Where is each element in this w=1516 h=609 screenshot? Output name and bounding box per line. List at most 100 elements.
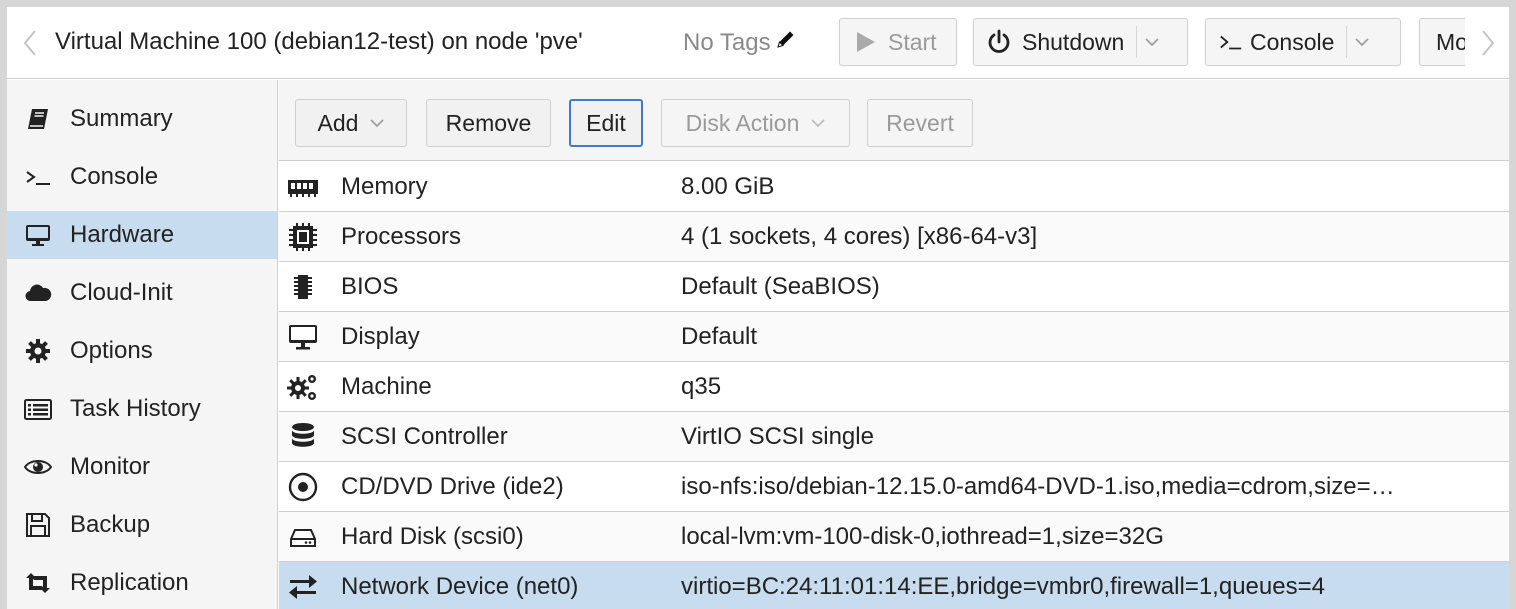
- edit-label: Edit: [586, 109, 626, 136]
- desktop-icon: [24, 221, 52, 249]
- add-label: Add: [317, 109, 359, 136]
- hardware-value: iso-nfs:iso/debian-12.15.0-amd64-DVD-1.i…: [681, 472, 1395, 500]
- play-icon: [852, 29, 878, 55]
- disk-action-button[interactable]: Disk Action: [661, 99, 850, 147]
- shutdown-button[interactable]: Shutdown: [973, 18, 1188, 66]
- table-row[interactable]: SCSI Controller VirtIO SCSI single: [279, 412, 1509, 462]
- tags-label: No Tags: [683, 28, 771, 56]
- disk-action-label: Disk Action: [685, 109, 800, 136]
- hdd-icon: [285, 521, 321, 553]
- database-icon: [285, 421, 321, 453]
- hardware-name: CD/DVD Drive (ide2): [341, 472, 564, 500]
- hardware-name: Machine: [341, 372, 432, 400]
- hardware-value: Default: [681, 322, 758, 350]
- sidebar-item-options[interactable]: Options: [7, 327, 277, 375]
- console-button[interactable]: Console: [1205, 18, 1401, 66]
- floppy-icon: [24, 511, 52, 539]
- hardware-name: Memory: [341, 172, 428, 200]
- scroll-left-icon[interactable]: [17, 25, 43, 61]
- chevron-down-icon: [811, 118, 825, 128]
- hardware-value: local-lvm:vm-100-disk-0,iothread=1,size=…: [681, 522, 1164, 550]
- pencil-icon[interactable]: [775, 28, 797, 57]
- sidebar-item-hardware[interactable]: Hardware: [7, 211, 277, 259]
- retweet-icon: [24, 569, 52, 597]
- tags-area[interactable]: No Tags: [683, 28, 797, 57]
- memory-icon: [285, 171, 321, 203]
- hardware-value: 8.00 GiB: [681, 172, 775, 200]
- list-icon: [24, 395, 52, 423]
- hardware-value: virtio=BC:24:11:01:14:EE,bridge=vmbr0,fi…: [681, 572, 1325, 600]
- edit-button[interactable]: Edit: [569, 99, 643, 147]
- sidebar-item-label: Options: [70, 337, 153, 364]
- header-bar: Virtual Machine 100 (debian12-test) on n…: [7, 7, 1509, 79]
- table-row[interactable]: Processors 4 (1 sockets, 4 cores) [x86-6…: [279, 212, 1509, 262]
- table-row[interactable]: BIOS Default (SeaBIOS): [279, 262, 1509, 312]
- sidebar-item-label: Replication: [70, 569, 189, 596]
- window-frame: Virtual Machine 100 (debian12-test) on n…: [0, 0, 1516, 609]
- hardware-name: Processors: [341, 222, 462, 250]
- remove-label: Remove: [445, 109, 532, 136]
- cloud-icon: [24, 279, 52, 307]
- sidebar-item-label: Monitor: [70, 453, 151, 480]
- start-button[interactable]: Start: [839, 18, 957, 66]
- terminal-icon: [1218, 29, 1244, 55]
- hardware-name: Network Device (net0): [341, 572, 579, 600]
- hardware-name: Display: [341, 322, 420, 350]
- remove-button[interactable]: Remove: [426, 99, 551, 147]
- start-label: Start: [888, 28, 937, 55]
- scroll-right-icon[interactable]: [1475, 25, 1501, 61]
- chevron-down-icon[interactable]: [1347, 37, 1377, 47]
- sidebar-item-monitor[interactable]: Monitor: [7, 443, 277, 491]
- hardware-panel: Add Remove Edit Disk Action Revert Memor…: [279, 80, 1509, 609]
- table-row[interactable]: Machine q35: [279, 362, 1509, 412]
- sidebar-item-label: Task History: [70, 395, 201, 422]
- power-icon: [986, 29, 1012, 55]
- exchange-icon: [285, 571, 321, 603]
- terminal-icon: [24, 163, 52, 191]
- book-icon: [24, 105, 52, 133]
- vm-title: Virtual Machine 100 (debian12-test) on n…: [55, 28, 583, 55]
- sidebar-item-task-history[interactable]: Task History: [7, 385, 277, 433]
- sidebar-item-label: Summary: [70, 105, 173, 132]
- table-row[interactable]: Network Device (net0) virtio=BC:24:11:01…: [279, 562, 1509, 609]
- table-row[interactable]: Hard Disk (scsi0) local-lvm:vm-100-disk-…: [279, 512, 1509, 562]
- eye-icon: [24, 453, 52, 481]
- hardware-toolbar: Add Remove Edit Disk Action Revert: [279, 80, 1509, 161]
- table-row[interactable]: CD/DVD Drive (ide2) iso-nfs:iso/debian-1…: [279, 462, 1509, 512]
- add-button[interactable]: Add: [295, 99, 407, 147]
- sidebar-item-label: Console: [70, 163, 159, 190]
- sidebar-item-label: Backup: [70, 511, 151, 538]
- cogs-icon: [285, 371, 321, 403]
- sidebar-item-summary[interactable]: Summary: [7, 95, 277, 143]
- hardware-name: SCSI Controller: [341, 422, 508, 450]
- sidebar-item-backup[interactable]: Backup: [7, 501, 277, 549]
- microchip-icon: [285, 271, 321, 303]
- sidebar: Summary Console Hardware Cloud-Init Opti…: [7, 80, 278, 609]
- chevron-down-icon[interactable]: [1137, 37, 1167, 47]
- sidebar-item-console[interactable]: Console: [7, 153, 277, 201]
- desktop-icon: [285, 321, 321, 353]
- cpu-icon: [285, 221, 321, 253]
- hardware-value: 4 (1 sockets, 4 cores) [x86-64-v3]: [681, 222, 1038, 250]
- console-label: Console: [1250, 28, 1335, 55]
- hardware-value: VirtIO SCSI single: [681, 422, 874, 450]
- shutdown-label: Shutdown: [1022, 28, 1125, 55]
- table-row[interactable]: Display Default: [279, 312, 1509, 362]
- sidebar-item-label: Cloud-Init: [70, 279, 173, 306]
- hardware-grid: Memory 8.00 GiB Processors 4 (1 sockets,…: [279, 162, 1509, 609]
- sidebar-item-cloud-init[interactable]: Cloud-Init: [7, 269, 277, 317]
- hardware-value: Default (SeaBIOS): [681, 272, 880, 300]
- hardware-name: BIOS: [341, 272, 399, 300]
- table-row[interactable]: Memory 8.00 GiB: [279, 162, 1509, 212]
- sidebar-item-label: Hardware: [70, 221, 175, 248]
- gear-icon: [24, 337, 52, 365]
- revert-button[interactable]: Revert: [867, 99, 973, 147]
- more-label: More: [1436, 28, 1465, 55]
- chevron-down-icon: [370, 118, 385, 128]
- revert-label: Revert: [886, 109, 954, 136]
- sidebar-item-replication[interactable]: Replication: [7, 559, 277, 607]
- more-button[interactable]: More: [1419, 18, 1465, 66]
- hardware-value: q35: [681, 372, 722, 400]
- cdrom-icon: [285, 471, 321, 503]
- hardware-name: Hard Disk (scsi0): [341, 522, 524, 550]
